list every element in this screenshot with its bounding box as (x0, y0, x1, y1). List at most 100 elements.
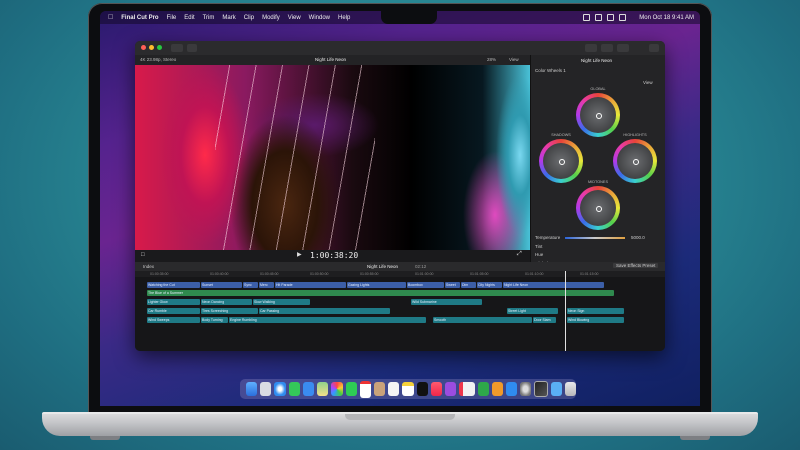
timeline-clip[interactable]: Sweet (445, 282, 460, 288)
timeline-clip[interactable]: Body Turning (201, 317, 228, 323)
mail-icon[interactable] (302, 382, 315, 396)
launchpad-icon[interactable] (260, 382, 272, 396)
photos-icon[interactable] (331, 382, 343, 396)
timeline-clip[interactable]: Merc (259, 282, 274, 288)
timeline-clip[interactable]: Boombox (407, 282, 444, 288)
maps-icon[interactable] (317, 382, 329, 396)
play-icon[interactable]: ▶ (297, 251, 302, 258)
timeline-clip[interactable]: Sunset (201, 282, 242, 288)
layout-inspector-button[interactable] (617, 44, 629, 52)
search-icon[interactable] (607, 14, 615, 21)
timeline-clip[interactable]: Watching the Cut (147, 282, 200, 288)
menu-clip[interactable]: Clip (244, 15, 254, 21)
close-window-icon[interactable] (141, 45, 146, 50)
toolbar (135, 41, 665, 56)
battery-icon[interactable] (595, 14, 603, 21)
playhead[interactable] (565, 271, 566, 351)
zoom-window-icon[interactable] (157, 45, 162, 50)
laptop-thumb-recess (345, 414, 455, 420)
timeline-clip[interactable]: Car Passing (259, 308, 390, 314)
ruler-tick: 01:01:00:00 (415, 272, 434, 276)
trash-icon[interactable] (564, 382, 577, 396)
finder-icon[interactable] (246, 382, 258, 396)
ruler-tick: 01:00:55:00 (360, 272, 379, 276)
menu-clock[interactable]: Mon Oct 18 9:41 AM (639, 15, 694, 21)
contacts-icon[interactable] (373, 382, 386, 396)
messages-icon[interactable] (288, 382, 300, 396)
shadows-color-wheel[interactable] (539, 139, 583, 183)
fullscreen-icon[interactable]: ⤢ (517, 251, 522, 258)
timeline-clip[interactable]: Dim (461, 282, 476, 288)
timeline-clip[interactable]: Door Slam (533, 317, 556, 323)
menu-file[interactable]: File (167, 15, 177, 21)
menu-help[interactable]: Help (338, 15, 350, 21)
timeline-clip[interactable]: Car Rumble (147, 308, 200, 314)
timeline-clip[interactable]: Smooth (433, 317, 532, 323)
timeline-clip[interactable]: Wild Submarine (411, 299, 482, 305)
timeline-clip[interactable]: Lighter Glow (147, 299, 200, 305)
tv-icon[interactable] (416, 382, 428, 396)
keyword-button[interactable] (187, 44, 197, 52)
timeline-clip[interactable]: Street Light (507, 308, 558, 314)
global-color-wheel[interactable] (576, 93, 620, 137)
timeline-clip[interactable]: Sync (243, 282, 258, 288)
transform-tool-icon[interactable]: □ (141, 252, 145, 258)
timeline-clip[interactable]: City Nights (477, 282, 502, 288)
layout-timeline-button[interactable] (601, 44, 613, 52)
temperature-slider[interactable] (565, 237, 625, 239)
wheel-label-shadows: SHADOWS (551, 133, 571, 137)
timeline-clip[interactable]: Gazing Lights (347, 282, 406, 288)
share-button[interactable] (649, 44, 659, 52)
timeline-clip[interactable]: Slow Walking (253, 299, 310, 305)
menu-mark[interactable]: Mark (222, 15, 235, 21)
wifi-icon[interactable] (583, 14, 591, 21)
news-icon[interactable] (459, 382, 475, 396)
appstore-icon[interactable] (505, 382, 518, 396)
podcasts-icon[interactable] (445, 382, 457, 396)
video-viewer[interactable] (135, 65, 530, 250)
menu-app-name[interactable]: Final Cut Pro (121, 15, 158, 21)
menu-view[interactable]: View (288, 15, 301, 21)
timeline-clip[interactable]: Night Life Neon (503, 282, 604, 288)
timeline-clip[interactable]: Wind Blowing (567, 317, 624, 323)
temperature-value[interactable]: 5000.0 (631, 235, 645, 240)
timeline-clip[interactable]: Hit Parade (275, 282, 346, 288)
timeline-clip[interactable]: Engine Rumbling (229, 317, 426, 323)
layout-browser-button[interactable] (585, 44, 597, 52)
viewer-zoom[interactable]: 28% (487, 57, 496, 62)
timeline-tracks[interactable]: Watching the Cut Sunset Sync Merc Hit Pa… (135, 277, 665, 351)
timeline-index-button[interactable]: Index (143, 264, 154, 269)
numbers-icon[interactable] (477, 382, 489, 396)
timeline-clip[interactable]: Wind Sweeps (147, 317, 200, 323)
apple-menu-icon[interactable]:  (108, 14, 113, 21)
timeline-clip[interactable]: Tires Screeching (201, 308, 258, 314)
calendar-icon[interactable] (359, 380, 371, 398)
menu-window[interactable]: Window (309, 15, 330, 21)
menu-edit[interactable]: Edit (184, 15, 194, 21)
timeline-clip[interactable]: Neon Sign (567, 308, 624, 314)
inspector-view-menu[interactable]: View (643, 80, 653, 85)
keynote-icon[interactable] (491, 382, 503, 396)
highlights-color-wheel[interactable] (613, 139, 657, 183)
music-icon[interactable] (430, 382, 443, 396)
effect-dropdown[interactable]: Color Wheels 1 (535, 68, 566, 73)
viewer-title: Night Life Neon (315, 57, 347, 62)
timeline-clip[interactable]: The Blue of a Summer (147, 290, 614, 296)
downloads-icon[interactable] (550, 382, 562, 396)
control-center-icon[interactable] (619, 14, 627, 21)
reminders-icon[interactable] (388, 382, 400, 396)
save-effects-preset-button[interactable]: Save Effects Preset (613, 263, 659, 268)
menu-modify[interactable]: Modify (262, 15, 280, 21)
timeline-clip[interactable]: Neon Dancing (201, 299, 252, 305)
facetime-icon[interactable] (345, 382, 357, 396)
import-button[interactable] (171, 44, 183, 52)
finalcut-icon[interactable] (534, 381, 548, 397)
safari-icon[interactable] (274, 382, 286, 396)
notes-icon[interactable] (402, 382, 414, 396)
minimize-window-icon[interactable] (149, 45, 154, 50)
menu-trim[interactable]: Trim (203, 15, 215, 21)
settings-icon[interactable] (520, 382, 532, 396)
midtones-color-wheel[interactable] (576, 186, 620, 230)
viewer-info-bar: 4K 23.98p, Stereo Night Life Neon 28% Vi… (135, 55, 530, 65)
viewer-view-menu[interactable]: View (509, 57, 519, 62)
